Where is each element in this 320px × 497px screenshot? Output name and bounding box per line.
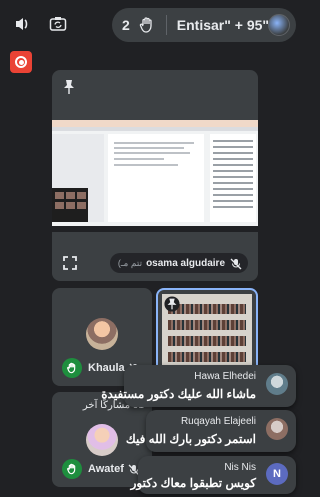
self-view-thumbnail — [52, 188, 88, 222]
chat-sender: Nis Nis — [224, 462, 256, 473]
chat-sender: Hawa Elhedei — [194, 371, 256, 382]
tile-label: Awatef — [62, 459, 140, 479]
raised-hand-icon — [138, 16, 156, 34]
participant-avatar — [268, 14, 290, 36]
participants-label: Entisar" + 95" — [176, 17, 270, 33]
camera-switch-icon[interactable] — [46, 12, 70, 36]
chat-message: ماشاء الله عليك دكتور مستفيدة — [101, 387, 256, 401]
pill-divider — [165, 15, 167, 35]
sender-avatar — [266, 373, 288, 395]
participant-photo — [86, 318, 118, 350]
mic-off-icon — [230, 257, 242, 270]
pin-icon[interactable] — [164, 296, 182, 314]
raised-hands-count: 2 — [122, 17, 130, 33]
chat-notification[interactable]: Nis Nis كويس تطبقوا معاك دكتور N — [131, 456, 296, 494]
presenting-suffix: (تتم مـ — [117, 257, 143, 268]
top-bar: 2 Entisar" + 95" — [0, 0, 302, 46]
participant-name: Khaula — [88, 362, 125, 374]
chat-message: كويس تطبقوا معاك دكتور — [130, 476, 256, 490]
chat-message: استمر دكتور بارك الله فيك — [125, 432, 256, 446]
participant-name: Awatef — [88, 463, 124, 475]
raised-hand-icon — [62, 358, 82, 378]
chat-notification[interactable]: Ruqayah Elajeeli استمر دكتور بارك الله ف… — [126, 410, 296, 452]
chat-notification[interactable]: Hawa Elhedei ماشاء الله عليك دكتور مستفي… — [101, 365, 296, 407]
sender-avatar: N — [266, 463, 288, 485]
presentation-tile[interactable]: (تتم مـ osama algudaire — [52, 70, 258, 281]
presenter-name-chip: (تتم مـ osama algudaire — [109, 253, 248, 273]
participant-photo — [86, 424, 118, 456]
record-icon[interactable] — [10, 51, 32, 73]
presenter-name: osama algudaire — [146, 257, 225, 269]
pin-icon[interactable] — [60, 78, 78, 96]
raised-hand-icon — [62, 459, 82, 479]
chat-sender: Ruqayah Elajeeli — [180, 416, 256, 427]
shared-screen — [52, 120, 258, 232]
audio-output-icon[interactable] — [10, 12, 34, 36]
participants-pill[interactable]: 2 Entisar" + 95" — [112, 8, 296, 42]
sender-avatar — [266, 418, 288, 440]
expand-icon[interactable] — [62, 255, 78, 271]
